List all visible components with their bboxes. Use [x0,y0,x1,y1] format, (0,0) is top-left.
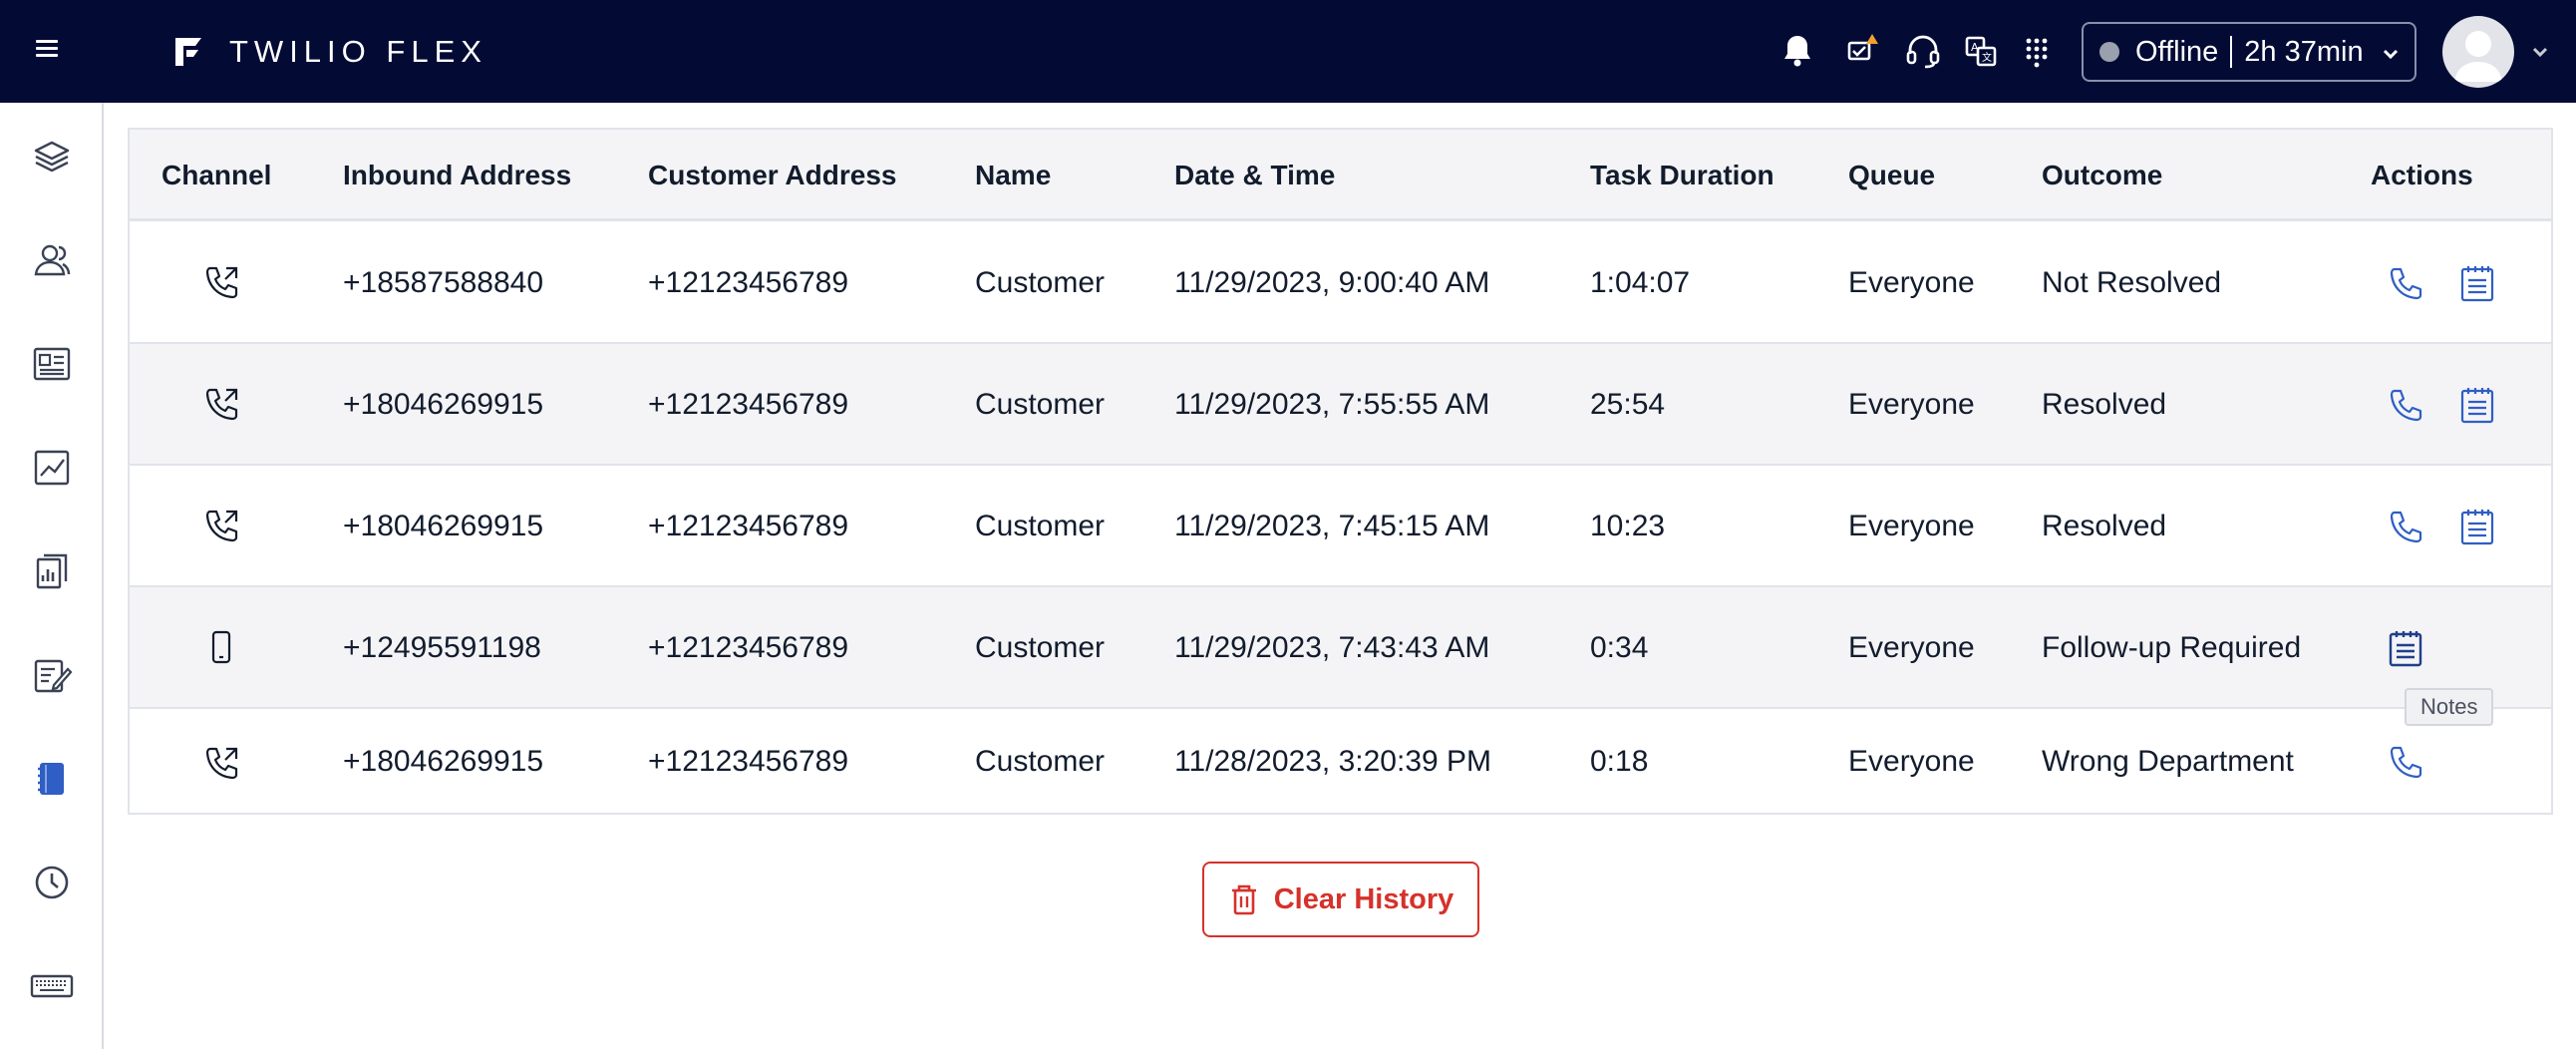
table-row: +12495591198 +12123456789 Customer 11/29… [130,587,2551,709]
insights-chart-icon[interactable] [30,446,74,490]
alert-tray-icon[interactable] [1840,30,1882,72]
cell-task-duration: 1:04:07 [1590,266,1691,299]
outbound-call-icon [201,262,241,302]
table-row: +18046269915 +12123456789 Customer 11/28… [130,709,2551,813]
cell-outcome: Follow-up Required [2042,631,2302,664]
cell-inbound-address: +12495591198 [343,631,541,664]
header-customer-address: Customer Address [648,160,897,190]
cell-date-time: 11/29/2023, 7:43:43 AM [1174,631,1490,664]
cell-customer-address: +12123456789 [648,266,849,299]
table-header: Channel Inbound Address Customer Address… [130,130,2551,221]
cell-outcome: Wrong Department [2042,745,2294,778]
status-dot [2099,42,2119,62]
outbound-call-icon [201,506,241,545]
table-row: +18587588840 +12123456789 Customer 11/29… [130,222,2551,344]
outbound-call-icon [201,743,241,783]
header-date-time: Date & Time [1174,160,1336,190]
cell-name: Customer [975,631,1106,664]
cell-queue: Everyone [1848,388,1975,421]
cell-customer-address: +12123456789 [648,388,849,421]
cell-customer-address: +12123456789 [648,631,849,664]
headset-icon[interactable] [1902,30,1944,72]
notes-button[interactable] [2385,627,2426,669]
header-name: Name [975,160,1052,190]
dialpad-grid-icon[interactable] [2016,30,2058,72]
cell-queue: Everyone [1848,510,1975,542]
trash-icon [1231,884,1256,915]
cell-task-duration: 25:54 [1590,388,1666,421]
notes-button[interactable] [2456,262,2498,304]
profile-card-icon[interactable] [30,342,74,386]
header-actions: Actions [2371,160,2473,190]
hamburger-menu-icon[interactable] [36,36,66,66]
history-clock-icon[interactable] [30,861,74,904]
header-task-duration: Task Duration [1590,160,1774,190]
cell-queue: Everyone [1848,266,1975,299]
call-back-button[interactable] [2385,506,2426,547]
call-back-button[interactable] [2385,741,2426,783]
user-avatar[interactable] [2442,16,2514,88]
cell-date-time: 11/29/2023, 7:55:55 AM [1174,388,1490,421]
cell-outcome: Resolved [2042,510,2167,542]
notebook-icon[interactable] [30,757,74,801]
cell-inbound-address: +18046269915 [343,388,544,421]
cell-task-duration: 10:23 [1590,510,1666,542]
clear-history-button[interactable]: Clear History [1202,862,1479,937]
cell-outcome: Resolved [2042,388,2167,421]
clear-history-label: Clear History [1273,882,1454,915]
cell-name: Customer [975,745,1106,778]
cell-customer-address: +12123456789 [648,745,849,778]
call-back-button[interactable] [2385,262,2426,304]
activity-status-dropdown[interactable]: Offline 2h 37min [2082,22,2416,82]
table-row: +18046269915 +12123456789 Customer 11/29… [130,344,2551,466]
cell-queue: Everyone [1848,631,1975,664]
notes-button[interactable] [2456,384,2498,426]
header-channel: Channel [161,160,272,190]
cell-name: Customer [975,510,1106,542]
bell-icon[interactable] [1776,30,1818,72]
reports-icon[interactable] [30,549,74,593]
notes-tooltip: Notes [2405,688,2494,726]
cell-customer-address: +12123456789 [648,510,849,542]
outbound-call-icon [201,384,241,424]
cell-inbound-address: +18587588840 [343,266,544,299]
cell-task-duration: 0:18 [1590,745,1649,778]
brand-name: TWILIO FLEX [229,34,487,69]
task-history-table: Channel Inbound Address Customer Address… [128,128,2553,815]
cell-inbound-address: +18046269915 [343,510,544,542]
cell-date-time: 11/29/2023, 9:00:40 AM [1174,266,1490,299]
contacts-icon[interactable] [30,238,74,282]
cell-date-time: 11/29/2023, 7:45:15 AM [1174,510,1490,542]
cell-outcome: Not Resolved [2042,266,2222,299]
cell-date-time: 11/28/2023, 3:20:39 PM [1174,745,1492,778]
status-label: Offline [2135,35,2219,68]
cell-name: Customer [975,388,1106,421]
cell-inbound-address: +18046269915 [343,745,544,778]
top-bar: TWILIO FLEX A文 Offline 2h 37min [0,0,2576,103]
side-nav [0,103,104,1049]
cell-task-duration: 0:34 [1590,631,1649,664]
keyboard-icon[interactable] [30,964,74,1008]
header-queue: Queue [1848,160,1936,190]
chevron-down-icon [2383,49,2399,60]
header-inbound-address: Inbound Address [343,160,572,190]
svg-text:文: 文 [1982,51,1992,64]
cell-name: Customer [975,266,1106,299]
brand: TWILIO FLEX [171,30,487,74]
header-outcome: Outcome [2042,160,2163,190]
twilio-flex-logo-icon [175,38,201,66]
status-time: 2h 37min [2244,35,2364,68]
translate-icon[interactable]: A文 [1960,30,2002,72]
table-row: +18046269915 +12123456789 Customer 11/29… [130,466,2551,587]
user-menu-chevron-icon[interactable] [2530,42,2550,62]
survey-edit-icon[interactable] [30,653,74,697]
svg-text:A: A [1971,41,1979,54]
layers-icon[interactable] [30,135,74,178]
notes-button[interactable] [2456,506,2498,547]
mobile-icon [201,627,241,667]
status-separator [2230,36,2233,68]
cell-queue: Everyone [1848,745,1975,778]
call-back-button[interactable] [2385,384,2426,426]
